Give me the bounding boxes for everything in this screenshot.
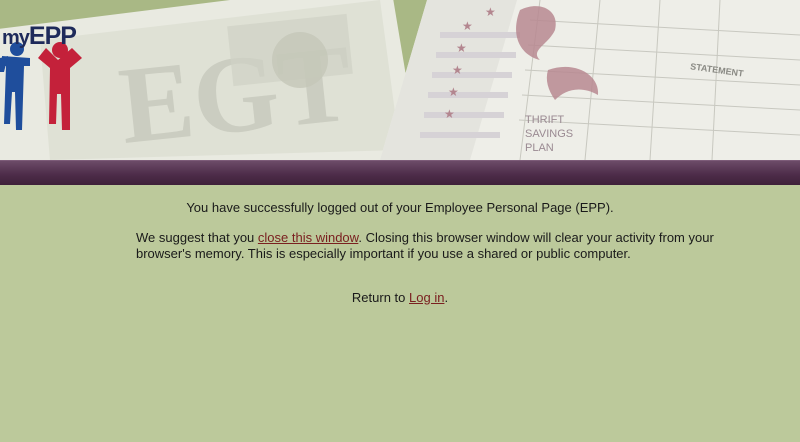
svg-text:★: ★ bbox=[462, 19, 473, 33]
login-link[interactable]: Log in bbox=[409, 290, 444, 305]
svg-text:★: ★ bbox=[444, 107, 455, 121]
suggestion-paragraph: We suggest that you close this window. C… bbox=[136, 230, 736, 262]
close-window-link[interactable]: close this window bbox=[258, 230, 358, 245]
return-prefix: Return to bbox=[351, 290, 410, 305]
header-band bbox=[0, 160, 800, 185]
svg-text:★: ★ bbox=[485, 5, 496, 19]
tsp-text-plan: PLAN bbox=[525, 142, 554, 154]
return-suffix: . bbox=[444, 290, 449, 305]
svg-text:★: ★ bbox=[452, 63, 463, 77]
suggestion-prefix: We suggest that you bbox=[136, 230, 258, 245]
myepp-logo: myEPP bbox=[0, 12, 100, 132]
svg-text:★: ★ bbox=[456, 41, 467, 55]
svg-text:★: ★ bbox=[448, 85, 459, 99]
logo-text-epp: EPP bbox=[28, 22, 77, 50]
tsp-text-savings: SAVINGS bbox=[525, 128, 573, 140]
return-paragraph: Return to Log in. bbox=[0, 290, 800, 306]
banner-artwork: EGT ★ ★ ★ ★ ★ ★ THRIFT SAVINGS PLAN STAT… bbox=[0, 0, 800, 160]
logout-message: You have successfully logged out of your… bbox=[186, 200, 614, 215]
logo-text-my: my bbox=[2, 27, 30, 49]
tsp-text-thrift: THRIFT bbox=[525, 114, 564, 126]
logo-text: myEPP bbox=[2, 22, 77, 51]
header-banner: EGT ★ ★ ★ ★ ★ ★ THRIFT SAVINGS PLAN STAT… bbox=[0, 0, 800, 160]
logout-page: EGT ★ ★ ★ ★ ★ ★ THRIFT SAVINGS PLAN STAT… bbox=[0, 0, 800, 442]
